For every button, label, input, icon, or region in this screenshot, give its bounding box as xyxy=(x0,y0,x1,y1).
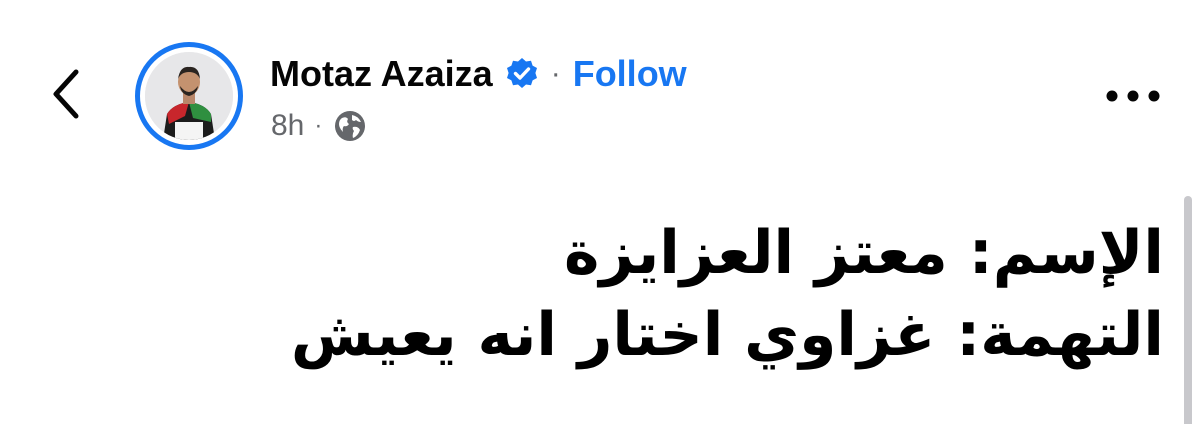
post-header: Motaz Azaiza · Follow xyxy=(270,52,687,96)
separator-dot: · xyxy=(550,57,561,90)
scrollbar[interactable] xyxy=(1184,196,1192,424)
post-text-line: التهمة: غزاوي اختار انه يعيش xyxy=(290,300,1164,370)
meta-separator-dot: · xyxy=(314,112,323,139)
post-timestamp[interactable]: 8h xyxy=(271,109,304,143)
author-name[interactable]: Motaz Azaiza xyxy=(270,53,493,95)
chevron-left-icon xyxy=(53,69,79,119)
avatar-image xyxy=(145,52,233,140)
author-avatar[interactable] xyxy=(135,42,243,150)
more-options-button[interactable] xyxy=(1098,74,1168,118)
post-meta: 8h · xyxy=(271,106,366,146)
post-text-line: الإسم: معتز العزايزة xyxy=(563,218,1164,288)
post-text: الإسم: معتز العزايزة التهمة: غزاوي اختار… xyxy=(164,212,1164,376)
back-button[interactable] xyxy=(34,62,98,126)
follow-button[interactable]: Follow xyxy=(573,53,687,95)
more-horizontal-icon xyxy=(1106,90,1160,102)
globe-icon[interactable] xyxy=(334,110,366,142)
verified-badge-icon xyxy=(505,57,539,91)
